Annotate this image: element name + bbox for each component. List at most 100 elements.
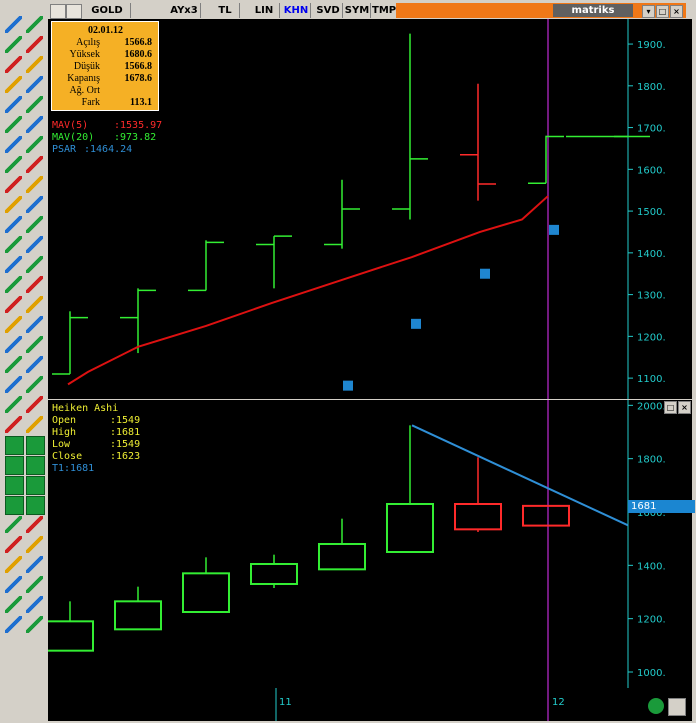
- toolbar-tool-icon[interactable]: [26, 296, 43, 313]
- toolbar-tool-icon[interactable]: [5, 536, 22, 553]
- toolbar-tool-icon[interactable]: [26, 216, 43, 233]
- toolbar-tool-icon[interactable]: [5, 456, 24, 475]
- toolbar-tool-icon[interactable]: [26, 616, 43, 633]
- x-tick-11: 11: [279, 697, 292, 708]
- toolbar-tool-icon[interactable]: [5, 156, 22, 173]
- price-chart-panel[interactable]: 1900. 1800. 1700. 1600. 1500. 1400. 1300. 1200.…: [48, 19, 692, 399]
- toolbar-tool-icon[interactable]: [5, 496, 24, 515]
- symbol-tab[interactable]: GOLD: [84, 3, 131, 18]
- toolbar-tool-icon[interactable]: [26, 336, 43, 353]
- toolbar-tool-icon[interactable]: [5, 56, 22, 73]
- heiken-ashi-panel[interactable]: 2000. 1800. 1600. 1400. 1200. 1000. Heiken As…: [48, 400, 695, 688]
- ohlc-bar: [52, 311, 88, 375]
- info-label-open: Açılış: [76, 37, 100, 48]
- toolbar-tool-icon[interactable]: [5, 136, 22, 153]
- y-tick-label: 1100.: [637, 374, 666, 385]
- toolbar-tool-icon[interactable]: [5, 296, 22, 313]
- toolbar-tool-icon[interactable]: [26, 36, 43, 53]
- toolbar-tool-icon[interactable]: [26, 476, 45, 495]
- toolbar-tool-icon[interactable]: [5, 256, 22, 273]
- ohlc-bar: [256, 235, 292, 289]
- y-tick-label: 1500.: [637, 207, 666, 218]
- toolbar-tool-icon[interactable]: [26, 516, 43, 533]
- toolbar-tool-icon[interactable]: [5, 276, 22, 293]
- toolbar-tool-icon[interactable]: [5, 396, 22, 413]
- tab-ayx3[interactable]: AYx3: [168, 3, 201, 18]
- heiken-ashi-chart[interactable]: 2000.1800.1600.1400.1200.1000.: [48, 400, 692, 688]
- tab-khn[interactable]: KHN: [282, 3, 311, 18]
- ohlc-info-box: 02.01.12 Açılış 1566.8 Yüksek 1680.6 Düşük…: [51, 21, 159, 111]
- toolbar-tool-icon[interactable]: [5, 356, 22, 373]
- ha-candle-body: [454, 503, 502, 531]
- toolbar-tool-icon[interactable]: [5, 476, 24, 495]
- toolbar-tool-icon[interactable]: [26, 436, 45, 455]
- toolbar-tool-icon[interactable]: [26, 56, 43, 73]
- window-icon[interactable]: [66, 4, 82, 19]
- close-button[interactable]: ×: [670, 5, 683, 18]
- info-value-change: 113.1: [130, 97, 152, 108]
- x-tick-12: 12: [552, 697, 565, 708]
- y-tick-label: 1200.: [637, 615, 666, 626]
- drawing-toolbar: [0, 0, 48, 723]
- toolbar-tool-icon[interactable]: [5, 556, 22, 573]
- settings-icon[interactable]: [668, 698, 686, 716]
- toolbar-tool-icon[interactable]: [26, 496, 45, 515]
- toolbar-tool-icon[interactable]: [26, 236, 43, 253]
- toolbar-tool-icon[interactable]: [26, 76, 43, 93]
- toolbar-tool-icon[interactable]: [5, 436, 24, 455]
- toolbar-tool-icon[interactable]: [5, 36, 22, 53]
- ha-low: Low:1549: [52, 439, 141, 450]
- toolbar-tool-icon[interactable]: [5, 116, 22, 133]
- tab-tmp[interactable]: TMP: [372, 3, 397, 18]
- toolbar-tool-icon[interactable]: [26, 156, 43, 173]
- toolbar-tool-icon[interactable]: [26, 136, 43, 153]
- restore-button[interactable]: □: [656, 5, 669, 18]
- toolbar-tool-icon[interactable]: [26, 396, 43, 413]
- menu-icon[interactable]: [50, 4, 66, 19]
- toolbar-tool-icon[interactable]: [26, 256, 43, 273]
- toolbar-tool-icon[interactable]: [26, 276, 43, 293]
- refresh-icon[interactable]: [648, 698, 664, 714]
- trendline: [411, 424, 629, 527]
- toolbar-tool-icon[interactable]: [26, 196, 43, 213]
- toolbar-tool-icon[interactable]: [5, 76, 22, 93]
- toolbar-tool-icon[interactable]: [5, 576, 22, 593]
- toolbar-tool-icon[interactable]: [26, 376, 43, 393]
- toolbar-tool-icon[interactable]: [5, 316, 22, 333]
- toolbar-tool-icon[interactable]: [5, 596, 22, 613]
- toolbar-tool-icon[interactable]: [26, 356, 43, 373]
- panel-close-button[interactable]: ×: [678, 401, 691, 414]
- indicator-mav5: MAV(5):1535.97: [52, 120, 163, 131]
- toolbar-tool-icon[interactable]: [26, 176, 43, 193]
- toolbar-tool-icon[interactable]: [26, 576, 43, 593]
- toolbar-tool-icon[interactable]: [5, 96, 22, 113]
- toolbar-tool-icon[interactable]: [5, 16, 22, 33]
- toolbar-tool-icon[interactable]: [5, 176, 22, 193]
- tab-svd[interactable]: SVD: [314, 3, 343, 18]
- toolbar-tool-icon[interactable]: [5, 516, 22, 533]
- ha-candle-body: [250, 563, 298, 585]
- toolbar-tool-icon[interactable]: [26, 96, 43, 113]
- toolbar-tool-icon[interactable]: [26, 16, 43, 33]
- toolbar-tool-icon[interactable]: [26, 456, 45, 475]
- toolbar-tool-icon[interactable]: [26, 556, 43, 573]
- toolbar-tool-icon[interactable]: [26, 316, 43, 333]
- toolbar-tool-icon[interactable]: [26, 116, 43, 133]
- panel-restore-button[interactable]: □: [664, 401, 677, 414]
- tab-sym[interactable]: SYM: [344, 3, 371, 18]
- toolbar-tool-icon[interactable]: [5, 376, 22, 393]
- tab-lin[interactable]: LIN: [249, 3, 280, 18]
- chart-header-bar: GOLD AYx3 TL LIN KHN SVD SYM TMP matriks…: [48, 3, 692, 20]
- toolbar-tool-icon[interactable]: [5, 236, 22, 253]
- toolbar-tool-icon[interactable]: [26, 596, 43, 613]
- tab-tl[interactable]: TL: [211, 3, 240, 18]
- toolbar-tool-icon[interactable]: [26, 416, 43, 433]
- toolbar-tool-icon[interactable]: [5, 416, 22, 433]
- y-tick-label: 1200.: [637, 332, 666, 343]
- toolbar-tool-icon[interactable]: [5, 216, 22, 233]
- toolbar-tool-icon[interactable]: [5, 196, 22, 213]
- minimize-button[interactable]: ▾: [642, 5, 655, 18]
- toolbar-tool-icon[interactable]: [5, 336, 22, 353]
- toolbar-tool-icon[interactable]: [5, 616, 22, 633]
- toolbar-tool-icon[interactable]: [26, 536, 43, 553]
